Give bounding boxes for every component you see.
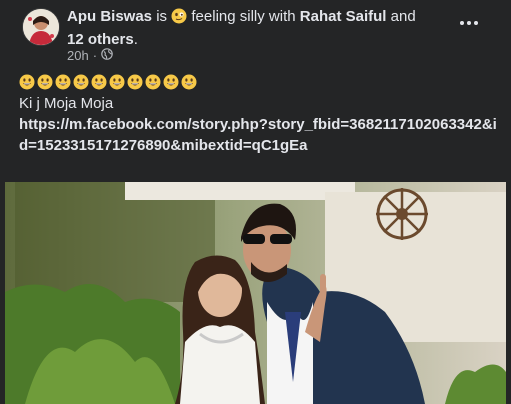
more-options-button[interactable] <box>455 12 483 36</box>
post-text-line: Ki j Moja Moja <box>19 95 114 112</box>
post-text: Ki j Moja Moja https://m.facebook.com/st… <box>19 93 499 156</box>
grinning-face-icon <box>109 74 125 95</box>
grinning-face-icon <box>163 74 179 95</box>
grinning-face-icon <box>55 74 71 95</box>
post-link[interactable]: https://m.facebook.com/story.php?story_f… <box>19 114 499 156</box>
facebook-post: Apu Biswas is feeling silly with Rahat S… <box>0 0 511 404</box>
emoji-row <box>19 74 197 95</box>
post-photo[interactable] <box>5 182 506 404</box>
couple-photo <box>5 182 506 404</box>
tagged-friend-link[interactable]: Rahat Saiful <box>300 8 387 25</box>
post-meta: 20h · <box>67 48 113 63</box>
connector-is: is <box>156 8 168 25</box>
avatar-image <box>23 9 59 45</box>
author-name-link[interactable]: Apu Biswas <box>67 8 152 25</box>
grinning-face-icon <box>37 74 53 95</box>
meta-separator: · <box>92 48 98 63</box>
grinning-face-icon <box>91 74 107 95</box>
ellipsis-icon <box>460 21 478 25</box>
grinning-face-icon <box>127 74 143 95</box>
post-time-link[interactable]: 20h <box>67 48 89 63</box>
silly-face-icon <box>171 8 187 30</box>
author-avatar[interactable] <box>22 8 60 46</box>
post-header: Apu Biswas is feeling silly with Rahat S… <box>67 7 447 50</box>
grinning-face-icon <box>145 74 161 95</box>
header-period: . <box>133 31 138 48</box>
feeling-text: feeling silly with <box>191 8 296 25</box>
grinning-face-icon <box>73 74 89 95</box>
others-link[interactable]: 12 others <box>67 31 134 48</box>
grinning-face-icon <box>19 74 35 95</box>
connector-and: and <box>390 8 416 25</box>
globe-icon[interactable] <box>101 48 113 63</box>
grinning-face-icon <box>181 74 197 95</box>
